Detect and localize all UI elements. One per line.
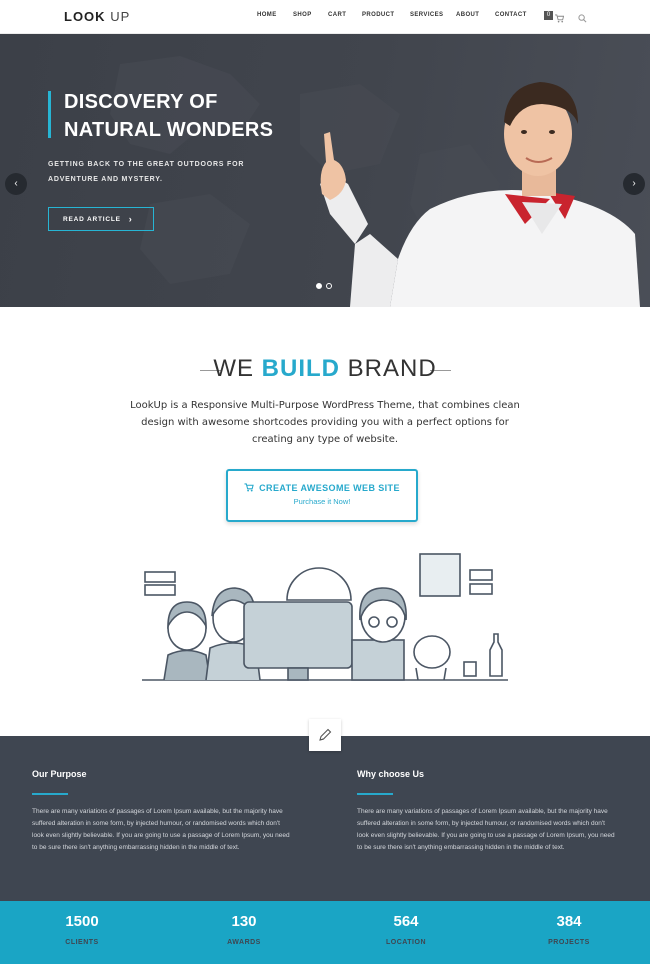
hero-person-image [320,82,640,307]
read-article-button[interactable]: READ ARTICLE › [48,207,154,231]
slider-dots [316,283,336,289]
stat-label: CLIENTS [65,939,99,946]
stat-label: LOCATION [385,939,427,946]
stat-number: 1500 [65,913,99,930]
slider-dot-1[interactable] [316,283,322,289]
main-nav: HOME SHOP CART PRODUCT SERVICES ABOUT CO… [257,12,535,18]
brand-title-after: BRAND [347,355,437,382]
slider-dot-2[interactable] [326,283,332,289]
hero-title: DISCOVERY OF NATURAL WONDERS [64,88,324,144]
stat-number: 130 [231,913,257,930]
nav-contact[interactable]: CONTACT [495,12,535,18]
nav-home[interactable]: HOME [257,12,293,18]
stat-number: 564 [393,913,419,930]
stats-bar: 1500 CLIENTS 130 AWARDS 564 LOCATION 384… [0,901,650,964]
stat-label: AWARDS [227,939,261,946]
chevron-right-small-icon: › [128,214,133,224]
stat-awards: 130 AWARDS [189,901,299,946]
nav-about[interactable]: ABOUT [456,12,495,18]
logo-thin: UP [110,9,131,24]
team-illustration [142,553,508,681]
stat-label: PROJECTS [548,939,590,946]
hero-accent-bar [48,91,51,138]
hero-subtitle: GETTING BACK TO THE GREAT OUTDOORS FOR A… [48,157,278,187]
why-choose-us-underline [357,793,393,795]
pencil-icon [319,728,332,741]
why-choose-us-text: There are many variations of passages of… [357,808,615,851]
pencil-badge [309,719,341,751]
hero-subtitle-line-1: GETTING BACK TO THE GREAT OUTDOORS FOR [48,161,245,168]
brand-title-before: WE [213,355,254,382]
info-section: Our Purpose There are many variations of… [0,736,650,901]
cta-title-text: CREATE AWESOME WEB SITE [259,483,400,493]
hero-slider: DISCOVERY OF NATURAL WONDERS GETTING BAC… [0,34,650,307]
nav-cart[interactable]: CART [328,12,362,18]
stat-clients: 1500 CLIENTS [27,901,137,946]
slider-next-button[interactable]: › [623,173,645,195]
why-choose-us-title: Why choose Us [357,769,425,779]
hero-title-line-1: DISCOVERY OF [64,91,218,113]
stat-projects: 384 PROJECTS [514,901,624,946]
logo-bold: LOOK [64,9,106,24]
nav-services[interactable]: SERVICES [410,12,456,18]
cta-title: CREATE AWESOME WEB SITE [228,483,416,493]
shopping-cart-icon [244,483,254,492]
our-purpose-title: Our Purpose [32,769,87,779]
search-icon[interactable] [578,10,587,28]
chevron-left-icon: ‹ [14,178,18,189]
nav-product[interactable]: PRODUCT [362,12,410,18]
site-logo[interactable]: LOOK UP [64,9,130,24]
create-website-button[interactable]: CREATE AWESOME WEB SITE Purchase it Now! [226,469,418,522]
hero-title-line-2: NATURAL WONDERS [64,119,274,141]
brand-description: LookUp is a Responsive Multi-Purpose Wor… [130,400,520,445]
brand-title: WE BUILD BRAND [0,355,650,383]
hero-subtitle-line-2: ADVENTURE AND MYSTERY. [48,176,163,183]
our-purpose-text: There are many variations of passages of… [32,808,290,851]
brand-title-highlight: BUILD [261,355,340,382]
cta-subtitle: Purchase it Now! [293,497,351,506]
chevron-right-icon: › [632,178,636,189]
site-header: LOOK UP HOME SHOP CART PRODUCT SERVICES … [0,0,650,34]
read-article-label: READ ARTICLE [63,215,121,223]
our-purpose-underline [32,793,68,795]
slider-prev-button[interactable]: ‹ [5,173,27,195]
cart-icon[interactable] [555,10,565,28]
cart-count-badge[interactable]: 0 [544,11,553,20]
nav-shop[interactable]: SHOP [293,12,328,18]
stat-number: 384 [556,913,582,930]
stat-location: 564 LOCATION [351,901,461,946]
